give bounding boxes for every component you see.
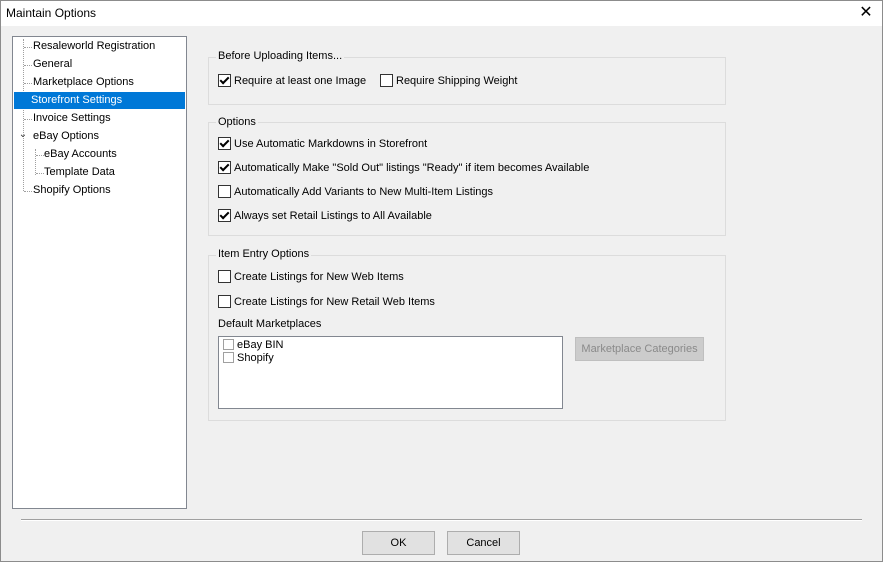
- tree-item-resaleworld-registration[interactable]: Resaleworld Registration: [31, 38, 157, 55]
- marketplace-shopify-label: Shopify: [237, 352, 274, 364]
- tree-item-marketplace-options[interactable]: Marketplace Options: [31, 74, 136, 91]
- tree-item-ebay-options[interactable]: eBay Options: [31, 128, 101, 145]
- tree-item-storefront-settings[interactable]: Storefront Settings: [14, 92, 185, 109]
- checkbox-checked[interactable]: [218, 73, 231, 87]
- create-web-items-label: Create Listings for New Web Items: [234, 271, 404, 283]
- default-marketplaces-list[interactable]: eBay BIN Shopify: [218, 336, 563, 409]
- footer-separator: [21, 519, 862, 521]
- options-tree[interactable]: Resaleworld Registration General Marketp…: [12, 36, 187, 509]
- checkbox-checked[interactable]: [218, 160, 231, 174]
- options-dialog: Maintain Options ✕ Resaleworld Registrat…: [0, 0, 883, 562]
- window-title: Maintain Options: [6, 6, 97, 20]
- tree-item-general[interactable]: General: [31, 56, 74, 73]
- title-bar: Maintain Options ✕: [1, 1, 882, 26]
- checkbox-unchecked[interactable]: [218, 269, 231, 283]
- auto-markdowns-checkbox[interactable]: Use Automatic Markdowns in Storefront: [218, 136, 427, 152]
- auto-add-variants-label: Automatically Add Variants to New Multi-…: [234, 186, 494, 198]
- options-label: Options: [216, 115, 258, 129]
- tree-connector-line: [35, 149, 36, 175]
- auto-markdowns-label: Use Automatic Markdowns in Storefront: [234, 138, 428, 150]
- item-entry-label: Item Entry Options: [216, 247, 312, 261]
- retail-all-available-label: Always set Retail Listings to All Availa…: [234, 210, 432, 222]
- checkbox-checked[interactable]: [218, 136, 231, 150]
- tree-item-ebay-accounts[interactable]: eBay Accounts: [42, 146, 119, 163]
- marketplace-ebay-bin-label: eBay BIN: [237, 339, 284, 351]
- tree-item-invoice-settings[interactable]: Invoice Settings: [31, 110, 113, 127]
- marketplace-item-shopify[interactable]: Shopify: [223, 351, 274, 365]
- checkbox-unchecked[interactable]: [223, 351, 234, 363]
- checkbox-unchecked[interactable]: [223, 338, 234, 350]
- sold-out-ready-label: Automatically Make "Sold Out" listings "…: [234, 162, 590, 174]
- checkbox-checked[interactable]: [218, 208, 231, 222]
- tree-item-shopify-options[interactable]: Shopify Options: [31, 182, 113, 199]
- default-marketplaces-label: Default Marketplaces: [218, 318, 322, 330]
- require-image-checkbox[interactable]: Require at least one Image: [218, 73, 366, 89]
- close-icon[interactable]: ✕: [856, 3, 876, 23]
- create-retail-web-items-label: Create Listings for New Retail Web Items: [234, 296, 435, 308]
- require-shipping-weight-checkbox[interactable]: Require Shipping Weight: [380, 73, 517, 89]
- auto-add-variants-checkbox[interactable]: Automatically Add Variants to New Multi-…: [218, 184, 493, 200]
- require-image-label: Require at least one Image: [234, 75, 367, 87]
- ok-button[interactable]: OK: [362, 531, 435, 555]
- marketplace-item-ebay-bin[interactable]: eBay BIN: [223, 338, 284, 352]
- tree-connector-line: [23, 39, 24, 191]
- create-retail-web-items-checkbox[interactable]: Create Listings for New Retail Web Items: [218, 294, 435, 310]
- marketplace-categories-button[interactable]: Marketplace Categories: [575, 337, 704, 361]
- sold-out-ready-checkbox[interactable]: Automatically Make "Sold Out" listings "…: [218, 160, 589, 176]
- require-shipping-weight-label: Require Shipping Weight: [396, 75, 518, 87]
- cancel-button[interactable]: Cancel: [447, 531, 520, 555]
- checkbox-unchecked[interactable]: [218, 184, 231, 198]
- retail-all-available-checkbox[interactable]: Always set Retail Listings to All Availa…: [218, 208, 432, 224]
- checkbox-unchecked[interactable]: [218, 294, 231, 308]
- tree-item-template-data[interactable]: Template Data: [42, 164, 117, 181]
- chevron-down-icon[interactable]: ⌄: [18, 130, 28, 140]
- checkbox-unchecked[interactable]: [380, 73, 393, 87]
- before-uploading-label: Before Uploading Items...: [216, 49, 345, 63]
- create-web-items-checkbox[interactable]: Create Listings for New Web Items: [218, 269, 404, 285]
